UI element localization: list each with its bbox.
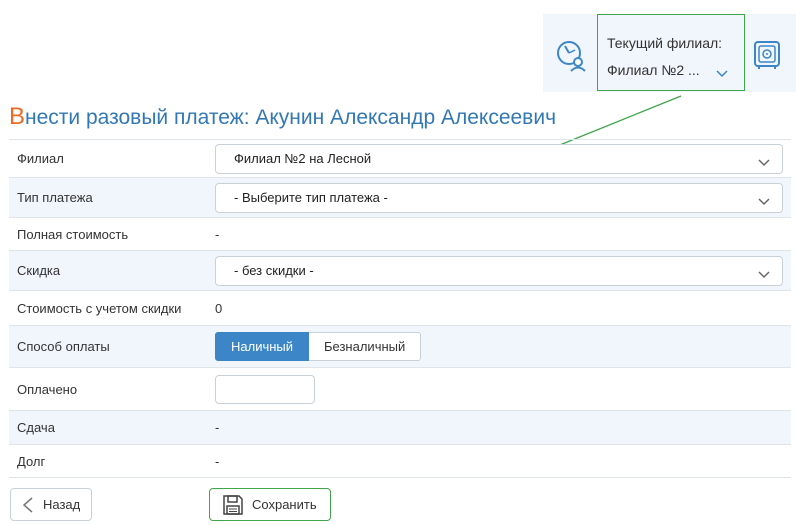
debt-row: Долг - bbox=[9, 445, 791, 478]
current-branch-caption: Текущий филиал: bbox=[607, 35, 723, 51]
change-row: Сдача - bbox=[9, 411, 791, 445]
branch-select[interactable]: Филиал №2 на Лесной bbox=[215, 143, 783, 174]
page-title: Внести разовый платеж: Акунин Александр … bbox=[9, 103, 556, 131]
discount-row: Скидка - без скидки - bbox=[9, 251, 791, 291]
payment-method-cashless-button[interactable]: Безналичный bbox=[309, 332, 422, 361]
current-branch-selector[interactable]: Текущий филиал: Филиал №2 ... bbox=[597, 14, 745, 91]
full-cost-label: Полная стоимость bbox=[17, 226, 129, 242]
branch-row: Филиал Филиал №2 на Лесной bbox=[9, 140, 791, 178]
branch-select-value: Филиал №2 на Лесной bbox=[234, 151, 372, 166]
payment-form: Филиал Филиал №2 на Лесной Тип платежа -… bbox=[9, 139, 791, 478]
payment-type-select-value: - Выберите тип платежа - bbox=[234, 190, 388, 205]
payment-method-toggle: Наличный Безналичный bbox=[215, 332, 791, 361]
discount-label: Скидка bbox=[17, 263, 61, 278]
top-bar: Текущий филиал: Филиал №2 ... bbox=[543, 14, 796, 92]
full-cost-value: - bbox=[215, 226, 220, 242]
page-title-first-letter: В bbox=[9, 103, 26, 130]
paid-label: Оплачено bbox=[17, 381, 78, 397]
chevron-down-icon bbox=[758, 194, 770, 205]
discounted-cost-row: Стоимость с учетом скидки 0 bbox=[9, 291, 791, 326]
current-branch-value: Филиал №2 ... bbox=[607, 62, 700, 78]
payment-type-select[interactable]: - Выберите тип платежа - bbox=[215, 182, 783, 213]
discounted-cost-value: 0 bbox=[215, 300, 223, 316]
change-label: Сдача bbox=[17, 420, 55, 435]
discount-select-value: - без скидки - bbox=[234, 263, 314, 278]
payment-type-row: Тип платежа - Выберите тип платежа - bbox=[9, 178, 791, 218]
payment-method-label: Способ оплаты bbox=[17, 339, 110, 354]
paid-input[interactable] bbox=[215, 374, 315, 404]
full-cost-row: Полная стоимость - bbox=[9, 218, 791, 251]
chevron-down-icon bbox=[758, 267, 770, 278]
debt-value: - bbox=[215, 453, 220, 469]
payment-type-label: Тип платежа bbox=[17, 190, 93, 205]
discount-select[interactable]: - без скидки - bbox=[215, 255, 783, 286]
save-button-label: Сохранить bbox=[252, 497, 317, 512]
chevron-left-icon bbox=[22, 496, 33, 513]
branch-label: Филиал bbox=[17, 151, 64, 166]
discounted-cost-label: Стоимость с учетом скидки bbox=[17, 300, 182, 316]
back-button-label: Назад bbox=[43, 497, 81, 512]
change-value: - bbox=[215, 420, 220, 435]
safe-icon[interactable] bbox=[749, 36, 785, 72]
chevron-down-icon bbox=[716, 65, 728, 78]
debt-label: Долг bbox=[17, 453, 46, 469]
floppy-disk-icon bbox=[223, 494, 243, 515]
dashboard-user-icon[interactable] bbox=[551, 36, 589, 74]
chevron-down-icon bbox=[758, 155, 770, 166]
payment-method-cash-button[interactable]: Наличный bbox=[215, 332, 309, 361]
back-button[interactable]: Назад bbox=[10, 488, 92, 521]
page-title-rest: нести разовый платеж: Акунин Александр А… bbox=[25, 106, 557, 129]
paid-row: Оплачено bbox=[9, 368, 791, 411]
payment-method-row: Способ оплаты Наличный Безналичный bbox=[9, 326, 791, 368]
save-button[interactable]: Сохранить bbox=[209, 488, 331, 521]
